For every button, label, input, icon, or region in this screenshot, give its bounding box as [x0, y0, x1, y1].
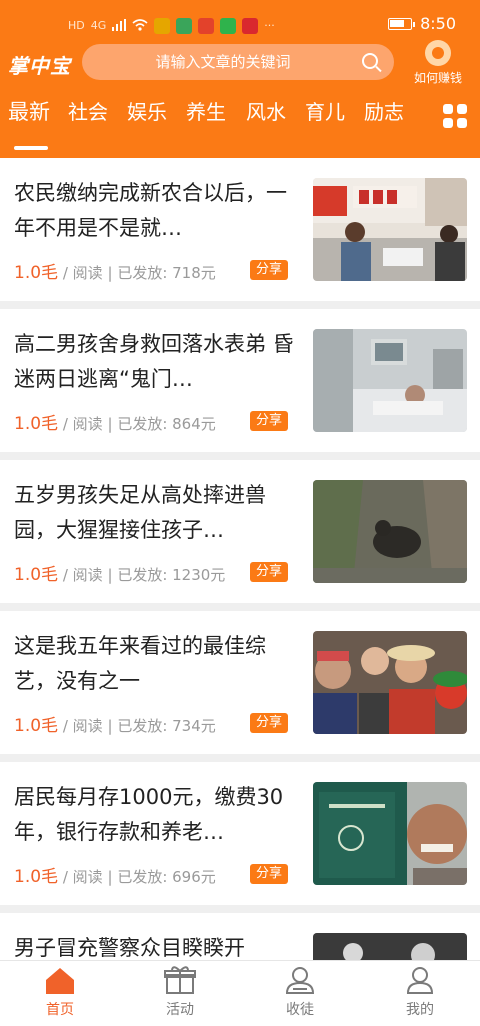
nav-mine[interactable]: 我的: [375, 965, 465, 1019]
article-title[interactable]: 男子冒充警察众目睽睽开: [14, 931, 294, 960]
tab-inspiration[interactable]: 励志: [364, 96, 404, 128]
nav-activity[interactable]: 活动: [135, 965, 225, 1019]
home-icon[interactable]: [43, 965, 77, 995]
article-title[interactable]: 居民每月存1000元，缴费30年，银行存款和养老…: [14, 780, 294, 850]
article-thumbnail[interactable]: [313, 178, 467, 281]
nav-home-label[interactable]: 首页: [15, 999, 105, 1019]
article-title[interactable]: 农民缴纳完成新农合以后，一年不用是不是就…: [14, 176, 294, 246]
article-title[interactable]: 高二男孩舍身救回落水表弟 昏迷两日逃离“鬼门…: [14, 327, 294, 397]
article-reward: 1.0毛: [14, 414, 59, 434]
tab-society[interactable]: 社会: [68, 96, 108, 128]
category-grid-icon[interactable]: [443, 104, 467, 128]
article-payout: 已发放: 864元: [117, 415, 216, 433]
search-icon[interactable]: [362, 53, 378, 69]
profile-icon[interactable]: [403, 965, 437, 995]
article-meta: 1.0毛 / 阅读 | 已发放: 734元: [14, 716, 216, 736]
how-to-earn-label[interactable]: 如何赚钱: [404, 69, 472, 86]
app-notification-icon: [176, 17, 193, 34]
share-button[interactable]: 分享: [250, 411, 289, 431]
article-card[interactable]: 居民每月存1000元，缴费30年，银行存款和养老… 1.0毛 / 阅读 | 已发…: [0, 762, 480, 905]
app-notification-icon: [154, 17, 171, 34]
article-payout: 已发放: 696元: [117, 868, 216, 886]
nav-mine-label[interactable]: 我的: [375, 999, 465, 1019]
tab-latest[interactable]: 最新: [8, 96, 50, 128]
header-bar: HD 4G ··· 8:50 掌中宝 请输入文章的关键词 如何赚钱 最新 社会 …: [0, 0, 480, 158]
status-bar: HD 4G ··· 8:50: [0, 14, 480, 42]
how-to-earn-button[interactable]: 如何赚钱: [404, 40, 472, 86]
coin-icon[interactable]: [425, 40, 451, 66]
wifi-icon: [132, 16, 148, 35]
article-reward: 1.0毛: [14, 565, 59, 585]
nav-apprentice-label[interactable]: 收徒: [255, 999, 345, 1019]
nav-apprentice[interactable]: 收徒: [255, 965, 345, 1019]
category-tabs: 最新 社会 娱乐 养生 风水 育儿 励志 提: [0, 96, 480, 158]
article-card[interactable]: 五岁男孩失足从高处摔进兽园，大猩猩接住孩子… 1.0毛 / 阅读 | 已发放: …: [0, 460, 480, 603]
article-read-label: 阅读: [72, 415, 103, 433]
tab-parenting[interactable]: 育儿: [305, 96, 345, 128]
apprentice-icon[interactable]: [283, 965, 317, 995]
share-button[interactable]: 分享: [250, 864, 289, 884]
article-read-label: 阅读: [72, 566, 103, 584]
search-box[interactable]: 请输入文章的关键词: [82, 44, 394, 80]
active-tab-indicator: [14, 146, 48, 150]
status-icons: HD 4G ···: [68, 16, 275, 35]
article-title[interactable]: 五岁男孩失足从高处摔进兽园，大猩猩接住孩子…: [14, 478, 294, 548]
article-feed[interactable]: 农民缴纳完成新农合以后，一年不用是不是就… 1.0毛 / 阅读 | 已发放: 7…: [0, 158, 480, 960]
wechat-icon: [220, 17, 237, 34]
share-button[interactable]: 分享: [250, 260, 289, 280]
article-meta: 1.0毛 / 阅读 | 已发放: 696元: [14, 867, 216, 887]
app-notification-icon: [242, 17, 259, 34]
search-placeholder[interactable]: 请输入文章的关键词: [82, 44, 364, 80]
bottom-navigation: 首页 活动 收徒 我的: [0, 960, 480, 1026]
article-card[interactable]: 农民缴纳完成新农合以后，一年不用是不是就… 1.0毛 / 阅读 | 已发放: 7…: [0, 158, 480, 301]
article-payout: 已发放: 1230元: [117, 566, 226, 584]
app-notification-icon: [198, 17, 215, 34]
article-thumbnail[interactable]: [313, 480, 467, 583]
signal-icon: [112, 16, 127, 35]
share-button[interactable]: 分享: [250, 562, 289, 582]
article-card[interactable]: 这是我五年来看过的最佳综艺，没有之一 1.0毛 / 阅读 | 已发放: 734元…: [0, 611, 480, 754]
nav-home[interactable]: 首页: [15, 965, 105, 1019]
tab-health[interactable]: 养生: [186, 96, 226, 128]
article-payout: 已发放: 718元: [117, 264, 216, 282]
article-title[interactable]: 这是我五年来看过的最佳综艺，没有之一: [14, 629, 294, 699]
gift-icon[interactable]: [163, 965, 197, 995]
article-thumbnail[interactable]: [313, 782, 467, 885]
hd-indicator: HD: [68, 19, 85, 32]
article-card[interactable]: 男子冒充警察众目睽睽开: [0, 913, 480, 960]
article-payout: 已发放: 734元: [117, 717, 216, 735]
article-thumbnail[interactable]: [313, 329, 467, 432]
tab-fengshui[interactable]: 风水: [246, 96, 286, 128]
more-notifications: ···: [264, 19, 275, 32]
battery-icon: [388, 17, 416, 30]
article-meta: 1.0毛 / 阅读 | 已发放: 1230元: [14, 565, 226, 585]
tab-entertainment[interactable]: 娱乐: [127, 96, 167, 128]
article-thumbnail[interactable]: [313, 933, 467, 960]
article-meta: 1.0毛 / 阅读 | 已发放: 864元: [14, 414, 216, 434]
article-read-label: 阅读: [72, 868, 103, 886]
article-reward: 1.0毛: [14, 716, 59, 736]
clock: 8:50: [420, 14, 456, 33]
app-logo: 掌中宝: [8, 54, 71, 78]
nav-activity-label[interactable]: 活动: [135, 999, 225, 1019]
article-read-label: 阅读: [72, 264, 103, 282]
article-read-label: 阅读: [72, 717, 103, 735]
article-meta: 1.0毛 / 阅读 | 已发放: 718元: [14, 263, 216, 283]
article-reward: 1.0毛: [14, 263, 59, 283]
network-type: 4G: [90, 19, 107, 32]
article-reward: 1.0毛: [14, 867, 59, 887]
share-button[interactable]: 分享: [250, 713, 289, 733]
article-thumbnail[interactable]: [313, 631, 467, 734]
article-card[interactable]: 高二男孩舍身救回落水表弟 昏迷两日逃离“鬼门… 1.0毛 / 阅读 | 已发放:…: [0, 309, 480, 452]
